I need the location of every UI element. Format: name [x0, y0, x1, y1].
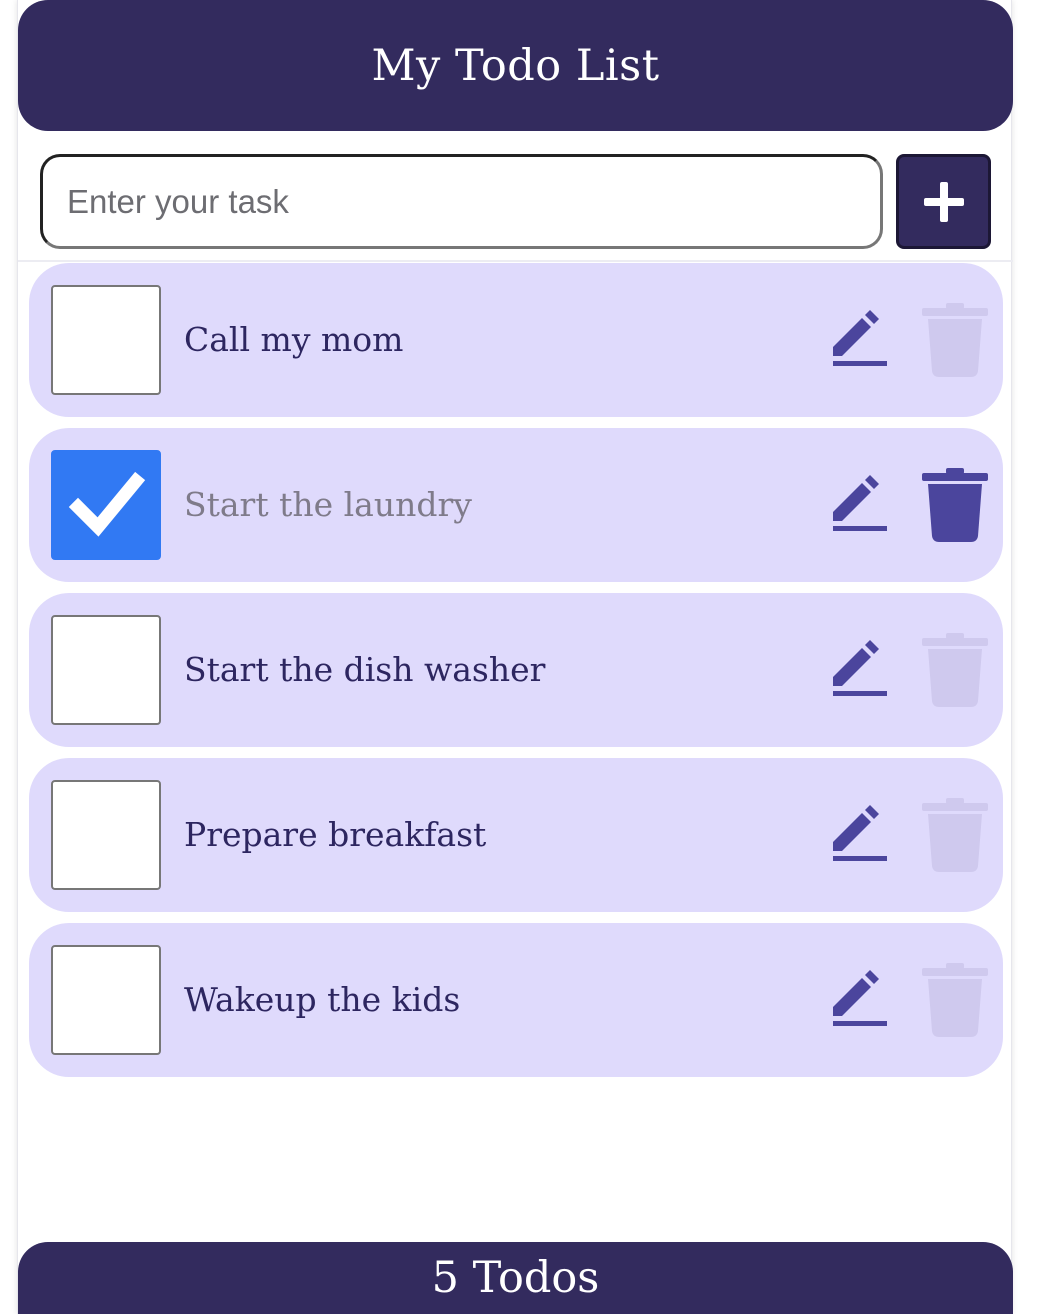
pencil-icon	[833, 310, 887, 366]
todo-item: Wakeup the kids	[29, 923, 1003, 1077]
trash-icon	[922, 633, 988, 707]
task-input[interactable]	[40, 154, 883, 249]
todo-text: Wakeup the kids	[184, 980, 461, 1019]
checkmark-icon	[68, 471, 146, 537]
trash-icon	[922, 303, 988, 377]
delete-button[interactable]	[922, 468, 988, 542]
todo-text: Prepare breakfast	[184, 815, 487, 854]
delete-button[interactable]	[922, 633, 988, 707]
edit-button[interactable]	[829, 970, 889, 1030]
pencil-icon	[833, 805, 887, 861]
todo-checkbox[interactable]	[51, 450, 161, 560]
footer: 5 Todos	[18, 1242, 1013, 1314]
todo-item: Start the dish washer	[29, 593, 1003, 747]
pencil-icon	[833, 475, 887, 531]
task-input-row	[18, 131, 1013, 262]
delete-button[interactable]	[922, 798, 988, 872]
delete-button[interactable]	[922, 303, 988, 377]
todo-text: Start the laundry	[184, 485, 472, 524]
page-title: My Todo List	[371, 40, 660, 91]
pencil-icon	[833, 640, 887, 696]
todo-checkbox[interactable]	[51, 780, 161, 890]
add-task-button[interactable]	[896, 154, 991, 249]
pencil-icon	[833, 970, 887, 1026]
todo-item: Prepare breakfast	[29, 758, 1003, 912]
delete-button[interactable]	[922, 963, 988, 1037]
trash-icon	[922, 798, 988, 872]
trash-icon	[922, 468, 988, 542]
edit-button[interactable]	[829, 805, 889, 865]
todo-checkbox[interactable]	[51, 615, 161, 725]
todo-count: 5 Todos	[431, 1253, 600, 1303]
todo-list: Call my mom Start the laundry Start the …	[29, 263, 1003, 1088]
todo-checkbox[interactable]	[51, 285, 161, 395]
edit-button[interactable]	[829, 475, 889, 535]
header: My Todo List	[18, 0, 1013, 131]
todo-item: Call my mom	[29, 263, 1003, 417]
todo-text: Start the dish washer	[184, 650, 546, 689]
trash-icon	[922, 963, 988, 1037]
edit-button[interactable]	[829, 310, 889, 370]
todo-checkbox[interactable]	[51, 945, 161, 1055]
todo-app: My Todo List Call my mom	[17, 0, 1013, 1314]
todo-text: Call my mom	[184, 320, 404, 359]
edit-button[interactable]	[829, 640, 889, 700]
plus-icon	[923, 181, 964, 222]
todo-item: Start the laundry	[29, 428, 1003, 582]
